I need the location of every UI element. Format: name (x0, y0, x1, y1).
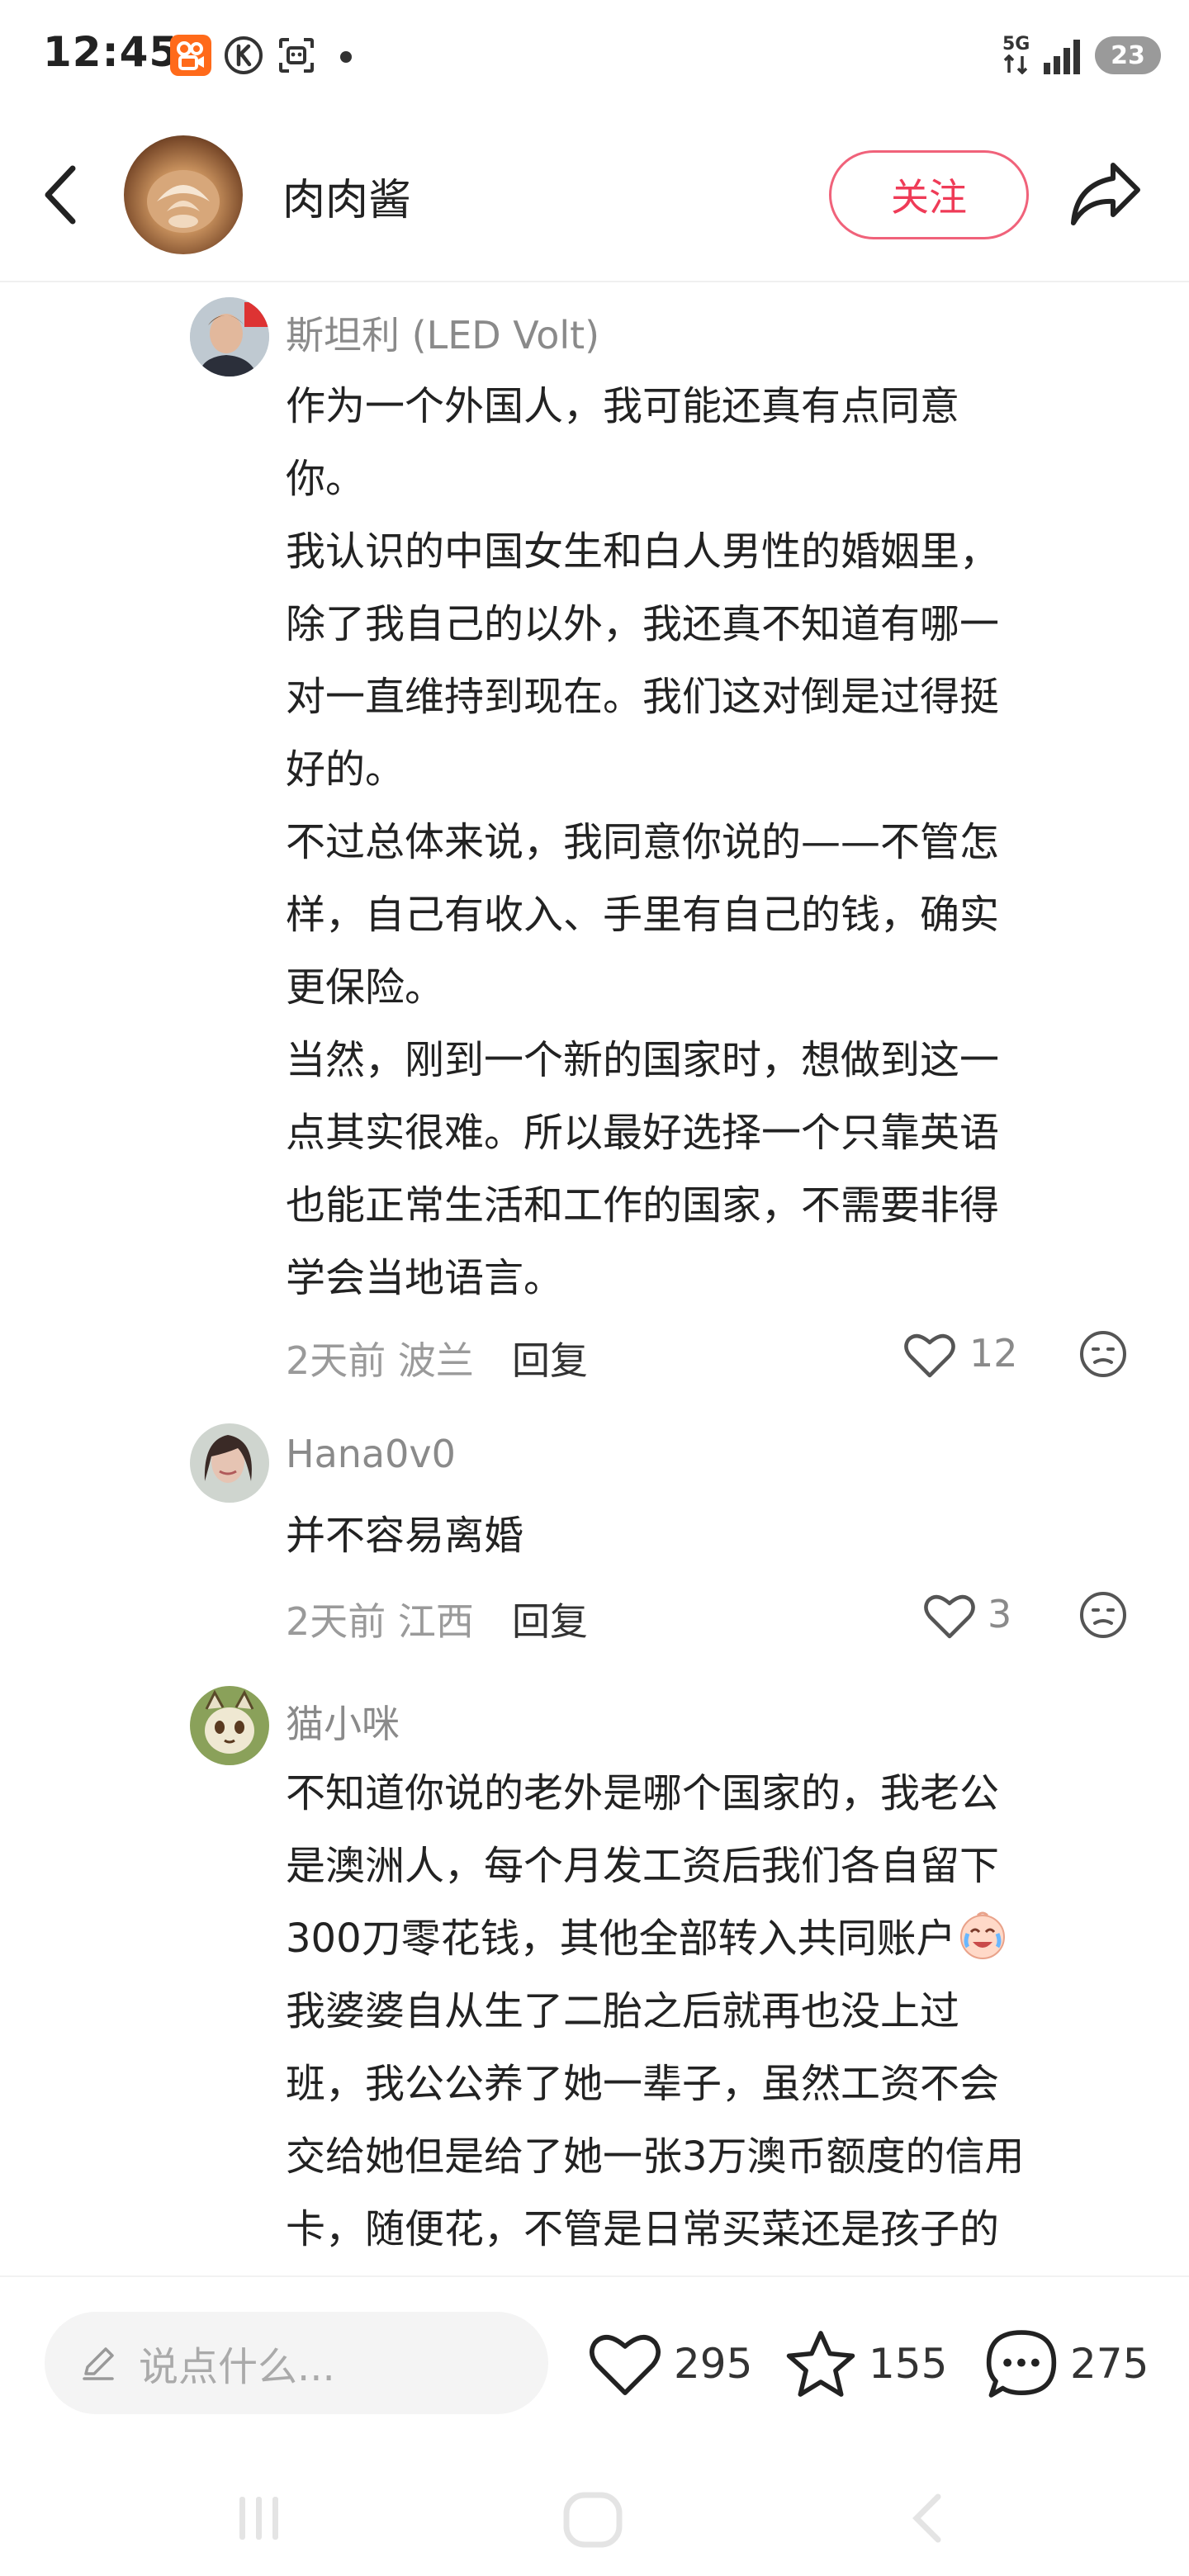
emoji-reaction-icon[interactable] (1078, 1590, 1128, 1640)
k-app-icon (223, 35, 264, 76)
comment-line: 不知道你说的老外是哪个国家的，我老公 (286, 1770, 1000, 1816)
comment-line: 作为一个外国人，我可能还真有点同意 (286, 383, 960, 429)
comment-like-count: 12 (969, 1331, 1018, 1376)
data-arrows-icon (1003, 54, 1028, 75)
comment-line-with-emoji: 300刀零花钱，其他全部转入共同账户 (286, 1902, 1153, 1975)
favorite-count: 155 (869, 2340, 948, 2388)
comment-count: 275 (1070, 2340, 1149, 2388)
comment-line: 300刀零花钱，其他全部转入共同账户 (286, 1915, 956, 1962)
author-avatar[interactable] (124, 135, 243, 254)
emoji-reaction-icon[interactable] (1078, 1329, 1128, 1379)
comment-line: 是澳洲人，每个月发工资后我们各自留下 (286, 1843, 1000, 1889)
comment-line: 我婆婆自从生了二胎之后就再也没上过 (286, 1988, 960, 2034)
comment-line: 当然，刚到一个新的国家时，想做到这一 (286, 1037, 1000, 1083)
comment-line: 除了我自己的以外，我还真不知道有哪一 (286, 601, 1000, 647)
commenter-name[interactable]: 斯坦利 (LED Volt) (286, 305, 599, 360)
battery-indicator: 23 (1095, 36, 1161, 74)
commenter-avatar[interactable] (190, 1686, 269, 1765)
network-label: 5G (1002, 34, 1030, 54)
network-type: 5G (1002, 35, 1030, 79)
follow-button[interactable]: 关注 (829, 150, 1029, 239)
heart-icon[interactable] (923, 1592, 976, 1640)
nav-back-icon (912, 2493, 941, 2543)
comment-body: 不知道你说的老外是哪个国家的，我老公 是澳洲人，每个月发工资后我们各自留下 30… (286, 1757, 1153, 2275)
commenter-avatar[interactable] (190, 1423, 269, 1503)
recent-apps-icon (239, 2497, 278, 2540)
scan-app-icon (276, 35, 317, 76)
comment-line: 好的。 (286, 746, 405, 793)
commenter-avatar[interactable] (190, 297, 269, 376)
comment-line: 样，自己有收入、手里有自己的钱，确实 (286, 892, 1000, 938)
comment-line: 也能正常生活和工作的国家，不需要非得 (286, 1182, 1000, 1229)
author-name[interactable]: 肉肉酱 (282, 165, 411, 227)
crying-laughing-emoji-icon (959, 1911, 1005, 1959)
commenter-name[interactable]: Hana0v0 (286, 1432, 456, 1476)
comment-body: 并不容易离婚 (286, 1499, 1153, 1572)
signal-icon (1044, 40, 1080, 74)
share-icon[interactable] (1065, 157, 1144, 231)
reply-button[interactable]: 回复 (512, 1331, 588, 1385)
comment-line: 点其实很难。所以最好选择一个只靠英语 (286, 1110, 1000, 1156)
comment-like-count: 3 (988, 1592, 1012, 1636)
comment-time-location: 2天前 江西 (286, 1599, 474, 1644)
comment-line: 我认识的中国女生和白人男性的婚姻里， (286, 528, 1000, 575)
comment-line: 更保险。 (286, 964, 445, 1011)
comment-line: 不过总体来说，我同意你说的——不管怎 (286, 819, 1000, 865)
commenter-name[interactable]: 猫小咪 (286, 1694, 400, 1749)
like-count: 295 (674, 2340, 753, 2388)
heart-icon[interactable] (903, 1331, 956, 1379)
comment-time-location: 2天前 波兰 (286, 1338, 474, 1383)
like-button[interactable]: 295 (588, 2327, 752, 2401)
comment-line: 班，我公公养了她一辈子，虽然工资不会 (286, 2061, 1000, 2107)
comment-line: 并不容易离婚 (286, 1513, 524, 1559)
back-arrow-icon[interactable] (36, 162, 86, 228)
home-icon (563, 2492, 623, 2548)
star-icon (786, 2331, 855, 2397)
status-time: 12:45 (43, 28, 179, 76)
kuaishou-app-icon (170, 35, 211, 76)
speech-bubble-icon (986, 2330, 1057, 2398)
comment-line: 卡，随便花，不管是日常买菜还是孩子的 (286, 2206, 1000, 2252)
reply-button[interactable]: 回复 (512, 1592, 588, 1646)
comment-input-placeholder: 说点什么... (139, 2344, 335, 2390)
system-navigation-bar (239, 2492, 941, 2548)
heart-icon (590, 2335, 661, 2395)
comment-line: 你。 (286, 456, 366, 502)
comment-line: 学会当地语言。 (286, 1255, 564, 1301)
header-divider (0, 281, 1189, 282)
pencil-icon (83, 2347, 114, 2380)
comment-body: 作为一个外国人，我可能还真有点同意 你。 我认识的中国女生和白人男性的婚姻里， … (286, 370, 1153, 1314)
comment-line: 交给她但是给了她一张3万澳币额度的信用 (286, 2133, 1025, 2180)
notification-dot-icon (340, 51, 352, 63)
comment-input[interactable]: 说点什么... (45, 2312, 548, 2414)
favorite-button[interactable]: 155 (784, 2327, 947, 2401)
comment-count-button[interactable]: 275 (984, 2327, 1149, 2401)
comment-line: 对一直维持到现在。我们这对倒是过得挺 (286, 674, 1000, 720)
